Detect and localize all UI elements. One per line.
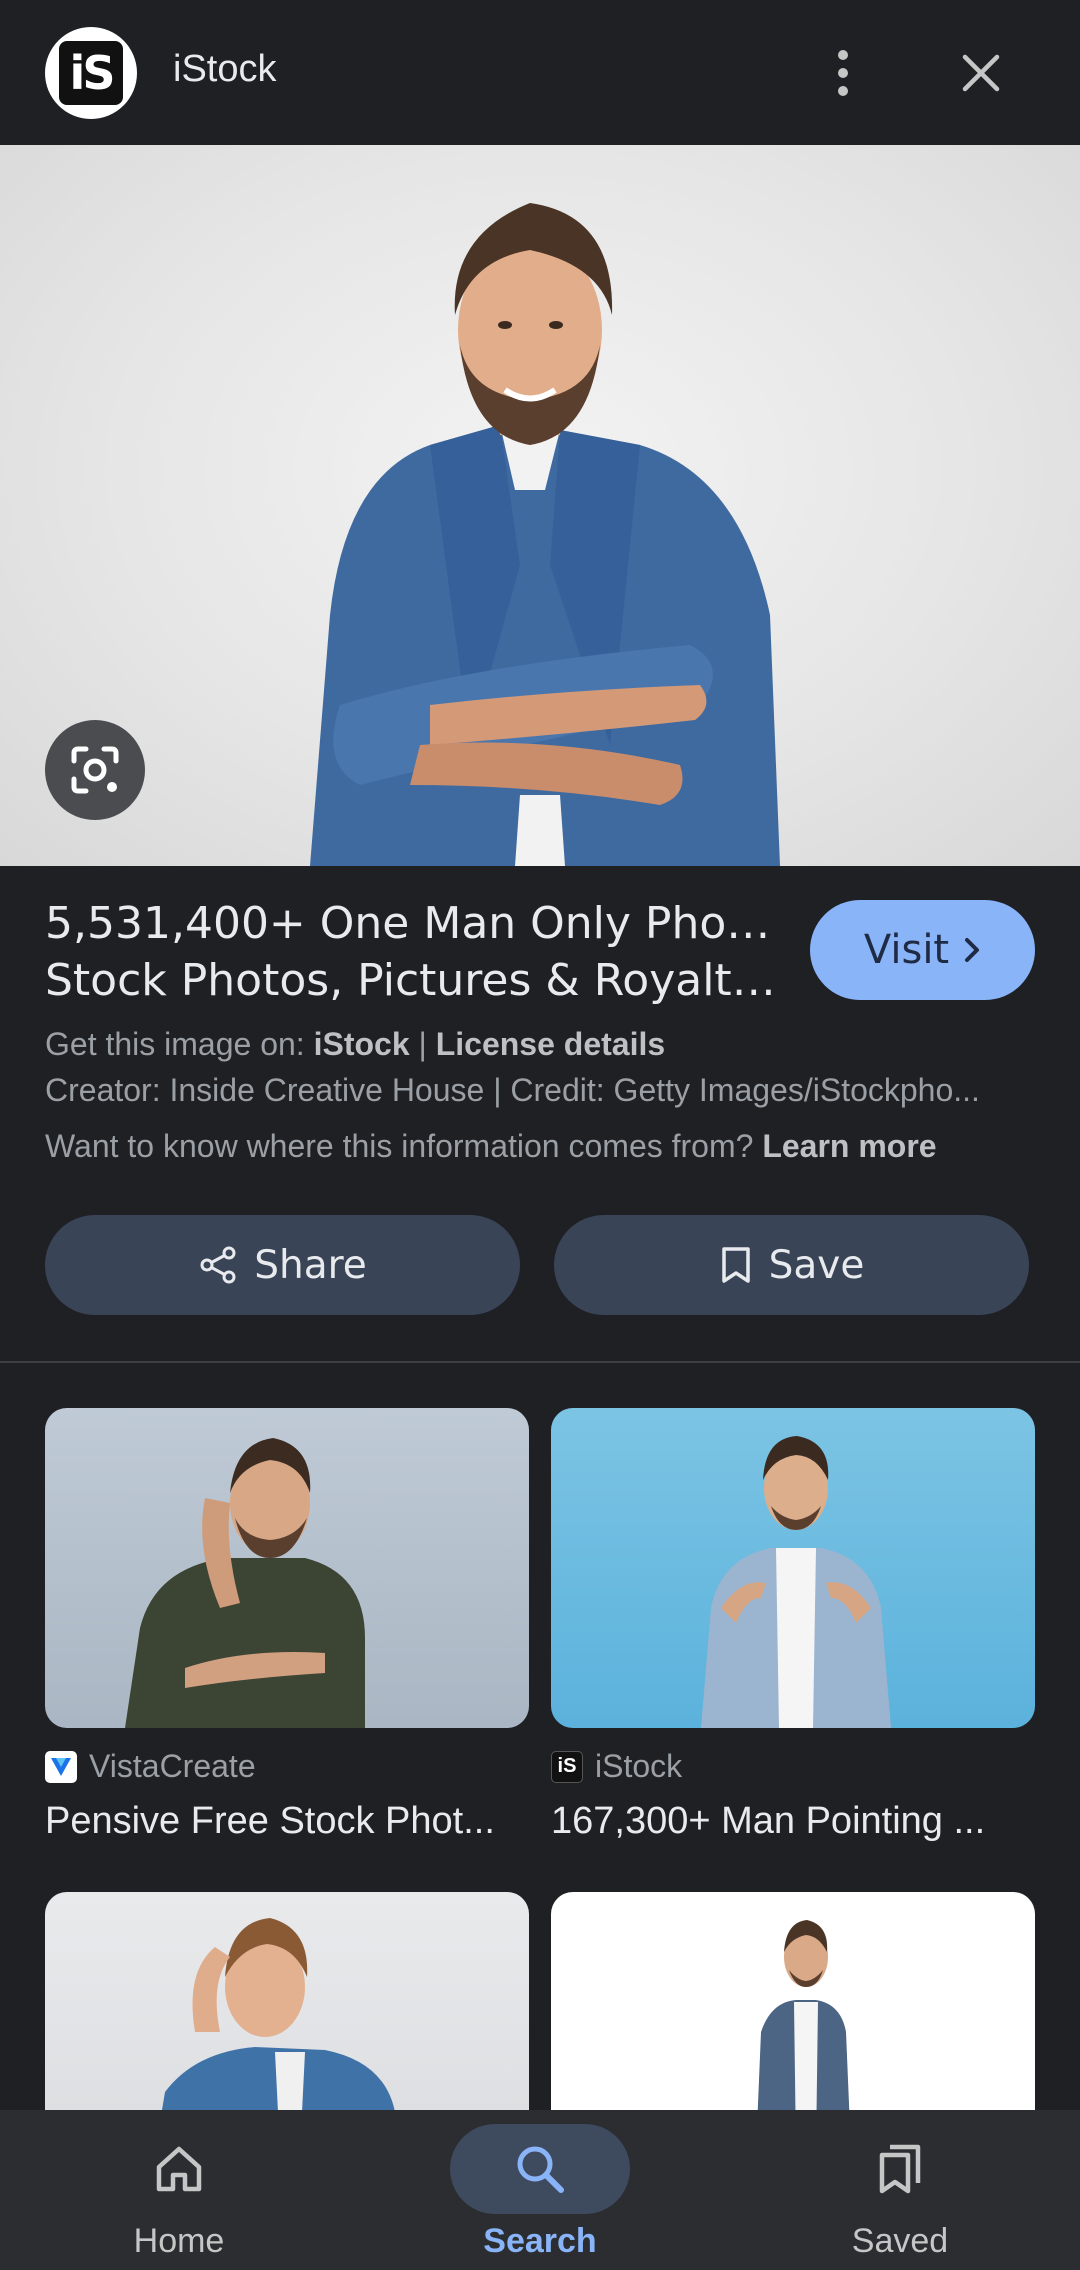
credit-line: Creator: Inside Creative House | Credit:… xyxy=(45,1072,980,1108)
more-vert-icon xyxy=(838,50,848,96)
nav-saved-label: Saved xyxy=(851,2222,949,2260)
close-button[interactable] xyxy=(945,37,1017,109)
result-title-line2: Stock Photos, Pictures & Royalty ... xyxy=(45,955,785,1006)
nav-home-pill xyxy=(89,2124,269,2214)
logo-text: iS xyxy=(59,41,123,105)
istock-small-logo-icon: iS xyxy=(551,1750,583,1783)
bottom-navigation: Home Search Saved xyxy=(0,2110,1080,2270)
result-title[interactable]: 5,531,400+ One Man Only Photos Stock Pho… xyxy=(45,895,785,1009)
more-options-button[interactable] xyxy=(815,37,871,109)
istock-logo[interactable]: iS xyxy=(45,27,137,119)
man-portrait-image xyxy=(310,203,780,866)
separator: | xyxy=(409,1026,436,1062)
nav-search-pill xyxy=(450,2124,630,2214)
related-source-1[interactable]: VistaCreate xyxy=(45,1748,256,1785)
chevron-right-icon xyxy=(965,938,980,962)
close-icon xyxy=(962,54,1000,92)
bookmark-icon xyxy=(721,1247,750,1283)
related-title-1[interactable]: Pensive Free Stock Phot... xyxy=(45,1800,529,1843)
divider xyxy=(0,1361,1080,1363)
vistacreate-logo-icon xyxy=(45,1750,77,1783)
related-source-2[interactable]: iS iStock xyxy=(551,1748,682,1785)
nav-search-label: Search xyxy=(483,2222,597,2260)
lens-search-button[interactable] xyxy=(45,720,145,820)
source-link[interactable]: iStock xyxy=(314,1026,410,1062)
license-details-link[interactable]: License details xyxy=(436,1026,665,1062)
get-image-prefix: Get this image on: xyxy=(45,1026,314,1062)
visit-label: Visit xyxy=(863,927,950,973)
nav-home[interactable]: Home xyxy=(59,2110,299,2270)
saved-collections-icon xyxy=(879,2144,921,2194)
related-source-1-name: VistaCreate xyxy=(89,1748,256,1784)
visit-button[interactable]: Visit xyxy=(810,900,1035,1000)
home-icon xyxy=(156,2146,202,2192)
nav-search[interactable]: Search xyxy=(420,2110,660,2270)
share-icon xyxy=(200,1246,236,1284)
related-image-2[interactable] xyxy=(551,1408,1035,1728)
man-pointing-thumbnail xyxy=(701,1436,891,1728)
nav-saved-pill xyxy=(810,2124,990,2214)
save-label: Save xyxy=(768,1242,865,1288)
info-question: Want to know where this information come… xyxy=(45,1128,763,1164)
related-source-2-name: iStock xyxy=(595,1748,683,1784)
share-label: Share xyxy=(254,1242,367,1288)
related-title-2[interactable]: 167,300+ Man Pointing ... xyxy=(551,1800,1035,1843)
save-button[interactable]: Save xyxy=(554,1215,1029,1315)
learn-more-link[interactable]: Learn more xyxy=(762,1128,936,1164)
search-icon xyxy=(517,2146,564,2193)
top-bar: iS iStock xyxy=(0,0,1080,145)
result-title-line1: 5,531,400+ One Man Only Photos xyxy=(45,898,785,949)
nav-saved[interactable]: Saved xyxy=(780,2110,1020,2270)
image-source-line: Get this image on: iStock | License deta… xyxy=(45,1026,1035,1063)
info-question-line: Want to know where this information come… xyxy=(45,1128,1035,1165)
site-name: iStock xyxy=(173,48,277,90)
nav-home-label: Home xyxy=(133,2222,225,2260)
share-button[interactable]: Share xyxy=(45,1215,520,1315)
related-image-1[interactable] xyxy=(45,1408,529,1728)
lens-icon xyxy=(71,746,119,794)
pensive-man-thumbnail xyxy=(125,1438,365,1728)
main-image[interactable] xyxy=(0,145,1080,866)
